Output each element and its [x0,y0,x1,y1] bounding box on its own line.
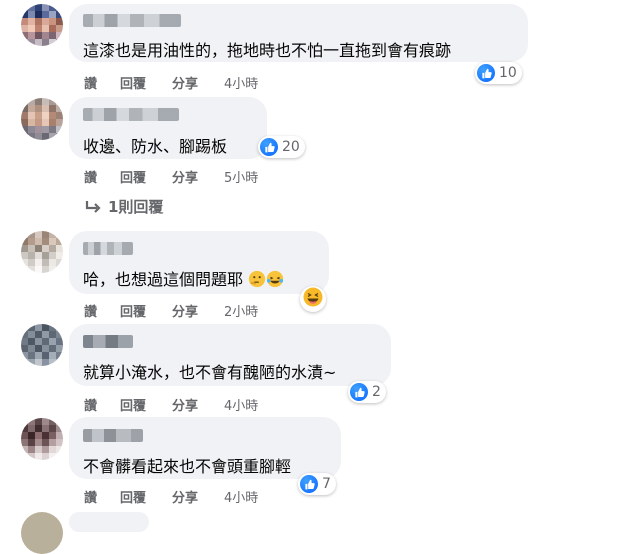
reaction-summary[interactable]: 2 [348,381,386,403]
reply-arrow-icon [85,200,101,213]
comment-bubble [69,512,149,532]
reaction-summary[interactable] [300,286,326,312]
like-reaction-icon [477,64,495,82]
avatar[interactable] [21,4,63,46]
comment-actions: 讚 回覆 分享 2小時 [84,301,258,320]
thinking-face-icon [248,270,266,292]
reply-button[interactable]: 回覆 [120,487,172,506]
comment-text: 收邊、防水、腳踢板 [83,137,228,156]
reaction-summary[interactable]: 20 [258,136,305,158]
reply-button[interactable]: 回覆 [120,167,172,186]
avatar[interactable] [21,231,63,273]
reaction-count: 20 [282,139,300,155]
share-button[interactable]: 分享 [172,167,224,186]
author-name[interactable] [83,335,133,348]
like-button[interactable]: 讚 [84,301,120,320]
avatar[interactable] [21,418,63,460]
comment-actions: 讚 回覆 分享 4小時 [84,73,258,92]
comment-actions: 讚 回覆 分享 4小時 [84,395,258,414]
like-reaction-icon [260,138,278,156]
haha-reaction-icon [303,287,323,311]
reaction-count: 7 [322,476,331,492]
comment-bubble: 哈，也想過這個問題耶 [69,231,329,294]
comment-bubble: 這漆也是用油性的，拖地時也不怕一直拖到會有痕跡 [69,4,528,62]
timestamp[interactable]: 4小時 [224,395,258,414]
comment-text: 這漆也是用油性的，拖地時也不怕一直拖到會有痕跡 [83,41,452,60]
like-reaction-icon [300,475,318,493]
comment-actions: 讚 回覆 分享 4小時 [84,487,258,506]
like-button[interactable]: 讚 [84,487,120,506]
author-name[interactable] [83,242,133,255]
reaction-count: 10 [499,65,517,81]
share-button[interactable]: 分享 [172,395,224,414]
reply-button[interactable]: 回覆 [120,301,172,320]
timestamp[interactable]: 5小時 [224,167,258,186]
like-reaction-icon [350,383,368,401]
reaction-summary[interactable]: 10 [475,62,522,84]
like-button[interactable]: 讚 [84,167,120,186]
avatar[interactable] [21,98,63,140]
timestamp[interactable]: 4小時 [224,73,258,92]
reply-button[interactable]: 回覆 [120,395,172,414]
comment-bubble: 收邊、防水、腳踢板 [69,97,267,159]
reaction-count: 2 [372,384,381,400]
avatar[interactable] [21,512,63,554]
reaction-summary[interactable]: 7 [298,473,336,495]
author-name[interactable] [83,108,179,121]
share-button[interactable]: 分享 [172,301,224,320]
comment-bubble: 就算小淹水，也不會有醜陋的水漬~ [69,324,391,386]
comment-text: 不會髒看起來也不會頭重腳輕 [83,457,292,476]
reply-button[interactable]: 回覆 [120,73,172,92]
comment-text: 就算小淹水，也不會有醜陋的水漬~ [83,363,337,382]
like-button[interactable]: 讚 [84,395,120,414]
share-button[interactable]: 分享 [172,73,224,92]
view-replies-link[interactable]: 1則回覆 [84,196,163,217]
comment-text-content: 哈，也想過這個問題耶 [83,270,244,289]
comment-text: 哈，也想過這個問題耶 [83,266,284,292]
timestamp[interactable]: 4小時 [224,487,258,506]
replies-count-label[interactable]: 1則回覆 [108,196,163,217]
laughing-tears-icon [266,270,284,292]
timestamp[interactable]: 2小時 [224,301,258,320]
author-name[interactable] [83,14,181,27]
comment-bubble: 不會髒看起來也不會頭重腳輕 [69,417,341,479]
avatar[interactable] [21,324,63,366]
author-name[interactable] [83,429,143,442]
share-button[interactable]: 分享 [172,487,224,506]
like-button[interactable]: 讚 [84,73,120,92]
comment-actions: 讚 回覆 分享 5小時 [84,167,258,186]
